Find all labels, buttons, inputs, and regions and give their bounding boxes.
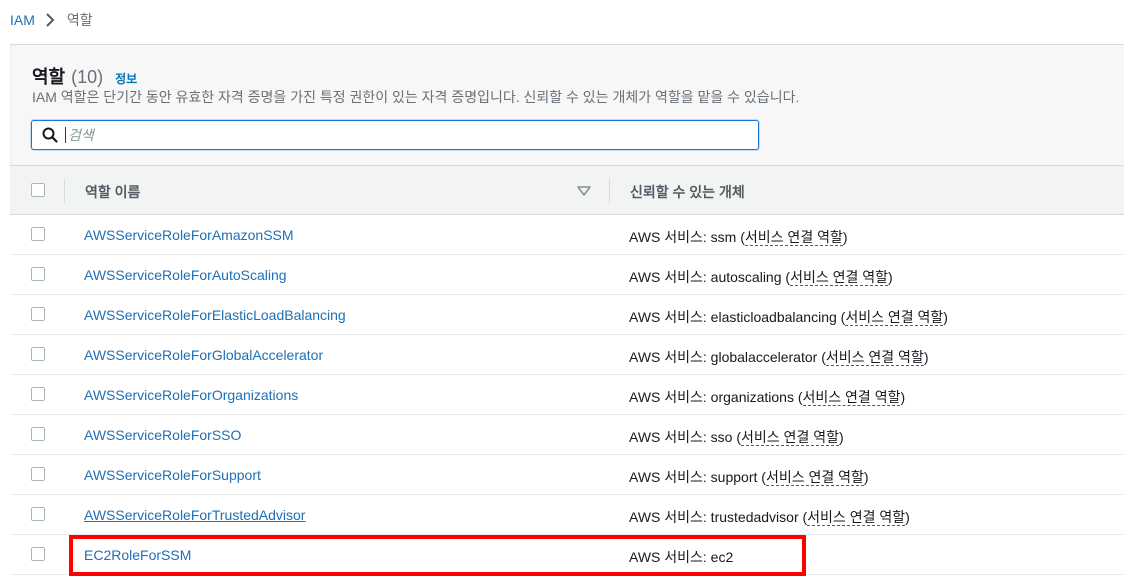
breadcrumb-iam-link[interactable]: IAM: [10, 12, 35, 28]
trusted-entity-suffix: ): [905, 509, 910, 525]
trusted-entity: AWS 서비스: autoscaling (서비스 연결 역할): [629, 267, 893, 287]
service-linked-role-link[interactable]: 서비스 연결 역할: [744, 229, 843, 246]
page-description: IAM 역할은 단기간 동안 유효한 자격 증명을 가진 특정 권한이 있는 자…: [32, 89, 800, 105]
table-row: AWSServiceRoleForGlobalAccelerator AWS 서…: [10, 335, 1124, 375]
table-row: EC2RoleForSSM AWS 서비스: ec2: [10, 535, 1124, 575]
table-row: AWSServiceRoleForOrganizations AWS 서비스: …: [10, 375, 1124, 415]
info-link[interactable]: 정보: [115, 70, 137, 87]
role-name-link[interactable]: AWSServiceRoleForOrganizations: [84, 387, 298, 403]
table-row: AWSServiceRoleForAutoScaling AWS 서비스: au…: [10, 255, 1124, 295]
trusted-entity-suffix: ): [838, 429, 844, 445]
trusted-entity: AWS 서비스: sso (서비스 연결 역할): [629, 427, 844, 447]
trusted-entity-text: AWS 서비스: support (: [629, 469, 766, 485]
search-box[interactable]: [31, 120, 759, 150]
trusted-entity: AWS 서비스: ssm (서비스 연결 역할): [629, 227, 848, 247]
service-linked-role-link[interactable]: 서비스 연결 역할: [765, 469, 864, 486]
trusted-entity-suffix: ): [888, 269, 893, 285]
service-linked-role-link[interactable]: 서비스 연결 역할: [741, 429, 839, 446]
trusted-entity-text: AWS 서비스: sso (: [629, 429, 742, 445]
table-row: AWSServiceRoleForSupport AWS 서비스: suppor…: [10, 455, 1124, 495]
trusted-entity-suffix: ): [842, 229, 848, 245]
service-linked-role-link[interactable]: 서비스 연결 역할: [825, 349, 924, 366]
column-header-trusted-entity[interactable]: 신뢰할 수 있는 개체: [630, 182, 745, 202]
service-linked-role-link[interactable]: 서비스 연결 역할: [790, 269, 889, 286]
service-linked-role-link[interactable]: 서비스 연결 역할: [807, 509, 906, 526]
trusted-entity-text: AWS 서비스: ssm (: [629, 229, 745, 245]
sort-descending-icon[interactable]: [576, 183, 592, 199]
trusted-entity-suffix: ): [863, 469, 869, 485]
row-checkbox[interactable]: [31, 227, 45, 241]
trusted-entity: AWS 서비스: organizations (서비스 연결 역할): [629, 387, 905, 407]
roles-panel-header: 역할 (10) 정보 IAM 역할은 단기간 동안 유효한 자격 증명을 가진 …: [10, 45, 1124, 165]
trusted-entity-suffix: ): [900, 389, 906, 405]
trusted-entity-text: AWS 서비스: organizations (: [629, 389, 803, 405]
roles-table-body: AWSServiceRoleForAmazonSSM AWS 서비스: ssm …: [10, 215, 1124, 575]
table-row: AWSServiceRoleForSSO AWS 서비스: sso (서비스 연…: [10, 415, 1124, 455]
column-header-role-name[interactable]: 역할 이름: [85, 182, 140, 202]
role-name-link[interactable]: AWSServiceRoleForAmazonSSM: [84, 227, 294, 243]
select-all-checkbox[interactable]: [31, 183, 45, 197]
table-row: AWSServiceRoleForElasticLoadBalancing AW…: [10, 295, 1124, 335]
chevron-right-icon: [39, 10, 61, 30]
role-name-link[interactable]: AWSServiceRoleForSupport: [84, 467, 261, 483]
trusted-entity-suffix: ): [943, 309, 948, 325]
search-input[interactable]: [65, 127, 758, 143]
trusted-entity: AWS 서비스: globalaccelerator (서비스 연결 역할): [629, 347, 928, 367]
trusted-entity-text: AWS 서비스: elasticloadbalancing (: [629, 309, 846, 325]
trusted-entity: AWS 서비스: trustedadvisor (서비스 연결 역할): [629, 507, 910, 527]
role-name-link[interactable]: AWSServiceRoleForTrustedAdvisor: [84, 507, 305, 523]
role-name-link[interactable]: AWSServiceRoleForSSO: [84, 427, 241, 443]
title-row: 역할 (10) 정보: [32, 63, 137, 89]
role-name-link[interactable]: EC2RoleForSSM: [84, 547, 191, 563]
row-checkbox[interactable]: [31, 267, 45, 281]
trusted-entity-text: AWS 서비스: autoscaling (: [629, 269, 791, 285]
breadcrumb: IAM 역할: [10, 10, 93, 30]
trusted-entity-suffix: ): [923, 349, 929, 365]
role-name-link[interactable]: AWSServiceRoleForGlobalAccelerator: [84, 347, 323, 363]
trusted-entity: AWS 서비스: ec2: [629, 547, 733, 567]
table-header: 역할 이름 신뢰할 수 있는 개체: [10, 165, 1124, 215]
column-divider: [64, 179, 65, 203]
table-row: AWSServiceRoleForAmazonSSM AWS 서비스: ssm …: [10, 215, 1124, 255]
row-checkbox[interactable]: [31, 347, 45, 361]
trusted-entity: AWS 서비스: elasticloadbalancing (서비스 연결 역할…: [629, 307, 948, 327]
row-checkbox[interactable]: [31, 427, 45, 441]
row-checkbox[interactable]: [31, 307, 45, 321]
role-name-link[interactable]: AWSServiceRoleForElasticLoadBalancing: [84, 307, 346, 323]
trusted-entity-text: AWS 서비스: globalaccelerator (: [629, 349, 826, 365]
page-title: 역할: [32, 67, 66, 87]
row-checkbox[interactable]: [31, 507, 45, 521]
search-icon: [41, 126, 59, 144]
service-linked-role-link[interactable]: 서비스 연결 역할: [845, 309, 944, 326]
row-checkbox[interactable]: [31, 547, 45, 561]
row-checkbox[interactable]: [31, 387, 45, 401]
role-count: (10): [71, 67, 104, 87]
service-linked-role-link[interactable]: 서비스 연결 역할: [802, 389, 901, 406]
column-divider: [609, 179, 610, 203]
trusted-entity: AWS 서비스: support (서비스 연결 역할): [629, 467, 869, 487]
table-row: AWSServiceRoleForTrustedAdvisor AWS 서비스:…: [10, 495, 1124, 535]
role-name-link[interactable]: AWSServiceRoleForAutoScaling: [84, 267, 287, 283]
breadcrumb-current: 역할: [66, 12, 93, 28]
trusted-entity-text: AWS 서비스: trustedadvisor (: [629, 509, 808, 525]
row-checkbox[interactable]: [31, 467, 45, 481]
trusted-entity-text: AWS 서비스: ec2: [629, 549, 734, 565]
